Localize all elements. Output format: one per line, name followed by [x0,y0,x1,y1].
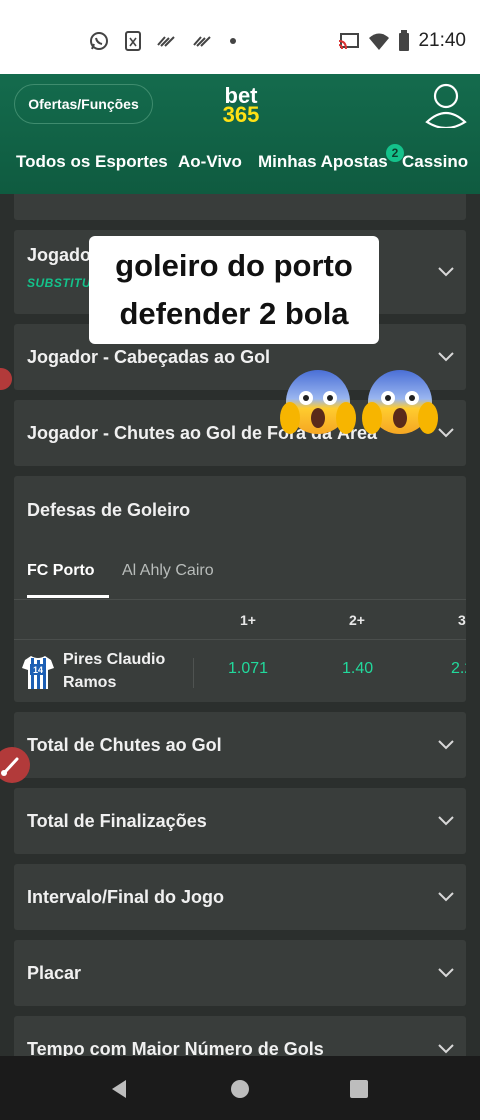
nav-all-sports[interactable]: Todos os Esportes [16,152,168,172]
market-title: Placar [27,963,82,983]
market-card-total-attempts[interactable]: Total de Finalizações [14,788,466,854]
home-icon[interactable] [229,1078,251,1100]
market-title: Intervalo/Final do Jogo [27,887,225,907]
market-title: Jogador - Cabeçadas ao Gol [27,347,271,367]
bet365-logo[interactable]: bet 365 [219,85,263,127]
market-card-shots-on-goal[interactable]: Total de Chutes ao Gol [14,712,466,778]
screaming-face-emoji-icon [280,370,356,434]
player-name: Pires Claudio Ramos [63,648,165,694]
player-name-line1: Pires Claudio [63,651,166,668]
logo-number: 365 [222,102,260,127]
player-odds-row: 14 Pires Claudio Ramos 1.071 1.40 2.2 [14,640,466,700]
status-bar: 21:40 [0,0,480,74]
offers-button[interactable]: Ofertas/Funções [14,84,153,124]
market-card-goalkeeper-saves: Defesas de Goleiro FC Porto Al Ahly Cair… [14,476,466,702]
screaming-face-emoji-icon [362,370,438,434]
player-name-line2: Ramos [63,674,117,691]
market-title: Total de Finalizações [27,811,207,831]
column-header: 2+ [349,612,365,628]
team-tabs: FC Porto Al Ahly Cairo [14,552,466,600]
recents-icon[interactable] [348,1078,370,1100]
system-navigation-bar [0,1056,480,1120]
video-caption: goleiro do porto defender 2 bola [89,236,379,344]
back-icon[interactable] [108,1078,130,1100]
chevron-down-icon [438,1044,454,1054]
odds-column-headers: 1+ 2+ 3 [14,600,466,640]
market-title: Defesas de Goleiro [27,500,191,520]
market-title: Tempo com Maior Número de Gols [27,1039,324,1056]
caption-line1: goleiro do porto [115,248,353,283]
column-header: 3 [458,612,466,628]
nav-live[interactable]: Ao-Vivo [178,152,242,172]
chevron-down-icon [438,740,454,750]
wifi-icon [369,33,390,50]
dot-icon [230,38,236,44]
odds-button[interactable]: 1.40 [342,660,373,678]
cast-icon [339,33,360,50]
notification-icons [88,30,238,52]
substitute-tag: SUBSTITU [27,276,91,290]
chevron-down-icon [438,428,454,438]
nav-casino[interactable]: Cassino [402,152,468,172]
user-account-icon[interactable] [424,82,468,128]
sim-icon [125,31,141,51]
shirt-number: 14 [33,665,43,675]
app-header: Ofertas/Funções bet 365 Todos os Esporte… [0,74,480,194]
system-icons: 21:40 [338,30,466,52]
chevron-down-icon [438,892,454,902]
clock: 21:40 [418,30,466,51]
edit-brush-button[interactable] [0,747,30,783]
chevron-down-icon [438,267,454,277]
odds-button[interactable]: 1.071 [228,660,268,678]
battery-icon [399,30,410,51]
market-card-half-full-time[interactable]: Intervalo/Final do Jogo [14,864,466,930]
market-card-partial[interactable] [14,194,466,220]
tab-al-ahly-cairo[interactable]: Al Ahly Cairo [122,562,214,580]
nav-my-bets[interactable]: Minhas Apostas [258,152,388,172]
chevron-down-icon [438,968,454,978]
signal-activity-icon [157,36,175,47]
market-card-correct-score[interactable]: Placar [14,940,466,1006]
main-nav: Todos os Esportes Ao-Vivo Minhas Apostas… [0,144,480,180]
odds-button[interactable]: 2.2 [451,660,466,678]
market-card-highest-scoring-half[interactable]: Tempo com Maior Número de Gols [14,1016,466,1056]
signal-activity-icon [193,36,211,47]
divider [193,658,194,688]
whatsapp-icon [90,32,108,50]
team-shirt-icon: 14 [22,656,54,689]
caption-line2: defender 2 bola [119,296,349,331]
chevron-down-icon [438,816,454,826]
market-title: Total de Chutes ao Gol [27,735,222,755]
brush-icon [1,757,19,776]
column-header: 1+ [240,612,256,628]
chevron-down-icon [438,352,454,362]
market-title: Jogador [27,245,99,265]
tab-fc-porto[interactable]: FC Porto [27,562,109,598]
